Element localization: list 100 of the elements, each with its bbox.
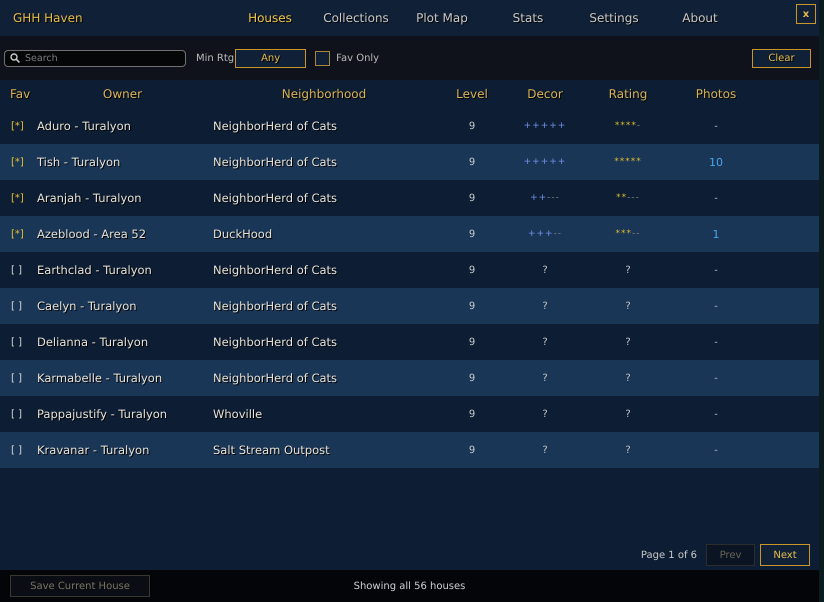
next-button[interactable]: Next <box>760 544 810 566</box>
favorite-toggle[interactable]: [ ] <box>11 372 22 384</box>
rating-score: ? <box>625 300 631 312</box>
nav-tab[interactable]: Stats <box>485 0 571 36</box>
photo-count: - <box>714 120 718 132</box>
favorite-toggle[interactable]: [ ] <box>11 264 22 276</box>
photo-count: - <box>714 336 718 348</box>
house-level: 9 <box>468 444 476 456</box>
rating-score: ? <box>625 372 631 384</box>
rating-score: ? <box>625 444 631 456</box>
rating-score: ****- <box>614 121 642 131</box>
neighborhood-name: NeighborHerd of Cats <box>213 263 338 277</box>
house-level: 9 <box>468 336 476 348</box>
nav-tab[interactable]: Settings <box>571 0 657 36</box>
search-field[interactable]: Search <box>4 50 186 66</box>
nav-tab[interactable]: Houses <box>227 0 313 36</box>
nav-tab[interactable]: Collections <box>313 0 399 36</box>
owner-name: Tish - Turalyon <box>37 155 120 169</box>
favorite-toggle[interactable]: [ ] <box>11 300 22 312</box>
nav-tab[interactable]: About <box>657 0 743 36</box>
decor-score: ? <box>542 444 548 456</box>
table-row[interactable]: [ ] Karmabelle - Turalyon NeighborHerd of Cats 9 ? ? - <box>0 360 819 396</box>
favorite-toggle[interactable]: [*] <box>11 228 24 240</box>
rating-score: ? <box>625 408 631 420</box>
decor-score: +++++ <box>524 157 566 167</box>
column-header: Rating <box>608 87 648 101</box>
neighborhood-name: NeighborHerd of Cats <box>213 335 338 349</box>
nav-tab[interactable]: Plot Map <box>399 0 485 36</box>
photo-count: 1 <box>712 228 720 240</box>
neighborhood-name: NeighborHerd of Cats <box>213 371 338 385</box>
page-indicator: Page 1 of 6 <box>640 550 697 560</box>
rating-score: ***-- <box>616 229 640 239</box>
owner-name: Kravanar - Turalyon <box>37 443 150 457</box>
favorite-toggle[interactable]: [*] <box>11 156 24 168</box>
rating-score: ? <box>625 336 631 348</box>
column-header: Photos <box>696 87 736 101</box>
status-text: Showing all 56 houses <box>354 580 466 592</box>
owner-name: Azeblood - Area 52 <box>37 227 146 241</box>
rating-score: **--- <box>616 193 640 203</box>
neighborhood-name: NeighborHerd of Cats <box>213 119 338 133</box>
table-row[interactable]: [*] Tish - Turalyon NeighborHerd of Cats 9 +++++ ***** 10 <box>0 144 819 180</box>
fav-only-label: Fav Only <box>336 52 380 64</box>
neighborhood-name: NeighborHerd of Cats <box>213 191 338 205</box>
clear-button[interactable]: Clear <box>752 48 811 68</box>
house-level: 9 <box>468 372 476 384</box>
favorite-toggle[interactable]: [*] <box>11 120 24 132</box>
photo-count: - <box>714 264 718 276</box>
house-level: 9 <box>468 192 476 204</box>
owner-name: Pappajustify - Turalyon <box>37 407 168 421</box>
decor-score: +++-- <box>528 229 562 239</box>
house-level: 9 <box>468 300 476 312</box>
photo-count: - <box>714 444 718 456</box>
column-header: Level <box>456 87 488 101</box>
column-header: Owner <box>102 87 142 101</box>
decor-score: ? <box>542 300 548 312</box>
house-level: 9 <box>468 120 476 132</box>
neighborhood-name: DuckHood <box>213 227 272 241</box>
decor-score: +++++ <box>524 121 566 131</box>
house-level: 9 <box>468 156 476 168</box>
column-header: Decor <box>527 87 563 101</box>
window-title: GHH Haven <box>13 11 83 25</box>
photo-count: - <box>714 300 718 312</box>
favorite-toggle[interactable]: [ ] <box>11 444 22 456</box>
owner-name: Caelyn - Turalyon <box>37 299 137 313</box>
house-level: 9 <box>468 264 476 276</box>
owner-name: Delianna - Turalyon <box>37 335 148 349</box>
neighborhood-name: Whoville <box>213 407 262 421</box>
photo-count: - <box>714 192 718 204</box>
favorite-toggle[interactable]: [*] <box>11 192 24 204</box>
decor-score: ? <box>542 372 548 384</box>
owner-name: Aduro - Turalyon <box>37 119 131 133</box>
neighborhood-name: NeighborHerd of Cats <box>213 155 338 169</box>
close-button[interactable]: x <box>796 4 816 24</box>
neighborhood-name: Salt Stream Outpost <box>213 443 330 457</box>
rating-score: ? <box>625 264 631 276</box>
min-rating-label: Min Rtg <box>196 52 234 64</box>
house-level: 9 <box>468 228 476 240</box>
table-row[interactable]: [ ] Kravanar - Turalyon Salt Stream Outpost 9 ? ? - <box>0 432 819 468</box>
table-row[interactable]: [ ] Caelyn - Turalyon NeighborHerd of Cats 9 ? ? - <box>0 288 819 324</box>
search-icon <box>10 52 20 62</box>
decor-score: ? <box>542 264 548 276</box>
owner-name: Aranjah - Turalyon <box>37 191 142 205</box>
photo-count: - <box>714 408 718 420</box>
column-header: Fav <box>10 87 30 101</box>
decor-score: ? <box>542 336 548 348</box>
photo-count: - <box>714 372 718 384</box>
table-row[interactable]: [*] Azeblood - Area 52 DuckHood 9 +++-- ***-- 1 <box>0 216 819 252</box>
owner-name: Karmabelle - Turalyon <box>37 371 162 385</box>
favorite-toggle[interactable]: [ ] <box>11 336 22 348</box>
photo-count: 10 <box>709 156 723 168</box>
rating-score: ***** <box>614 157 642 167</box>
favorite-toggle[interactable]: [ ] <box>11 408 22 420</box>
decor-score: ? <box>542 408 548 420</box>
house-level: 9 <box>468 408 476 420</box>
neighborhood-name: NeighborHerd of Cats <box>213 299 338 313</box>
fav-only-checkbox[interactable] <box>315 50 330 66</box>
column-header: Neighborhood <box>282 87 366 101</box>
min-rating-dropdown[interactable]: Any <box>235 48 306 68</box>
owner-name: Earthclad - Turalyon <box>37 263 152 277</box>
decor-score: ++--- <box>530 193 560 203</box>
